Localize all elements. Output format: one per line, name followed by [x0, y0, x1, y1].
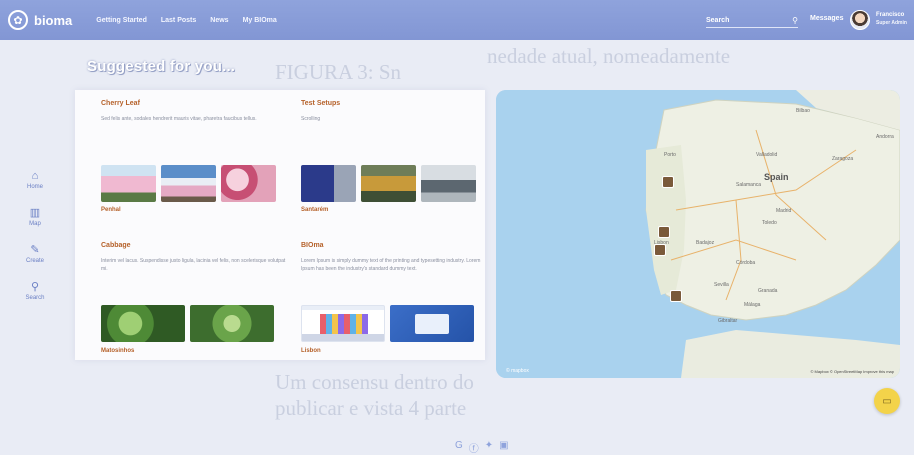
dashboard-thumb[interactable] — [301, 305, 385, 342]
avatar[interactable] — [850, 10, 870, 30]
logo-text: bioma — [34, 12, 73, 28]
bg-line: nedade atual, nomeadamente — [487, 44, 731, 68]
card-title: Test Setups — [301, 100, 341, 107]
map-attribution[interactable]: © Mapbox © OpenStreetMap Improve this ma… — [811, 369, 895, 374]
dashboard-tiles — [320, 314, 368, 334]
map-city-label: Sevilla — [714, 282, 729, 288]
search-icon[interactable]: ⚲ — [792, 16, 798, 25]
card-description: Lorem Ipsum is simply dummy text of the … — [301, 258, 481, 272]
suggestions-panel: Cherry Leaf Sed felis ante, sodales hend… — [75, 90, 485, 360]
card-title: BIOma — [301, 242, 324, 249]
map-marker[interactable] — [662, 176, 674, 188]
map-marker[interactable] — [670, 290, 682, 302]
nav-my-bioma[interactable]: My BIOma — [243, 17, 277, 24]
sidenav-label: Create — [25, 258, 44, 264]
card-title: Cherry Leaf — [101, 100, 140, 107]
bg-line: publicar e vista 4 parte — [275, 396, 467, 420]
bg-line: FIGURA 3: Sn — [275, 60, 402, 84]
card-cabbage[interactable]: Cabbage Interim vel lacus. Suspendisse j… — [101, 242, 286, 273]
map-city-label: Toledo — [762, 220, 777, 226]
card-description: Sed felis ante, sodales hendrerit mauris… — [101, 116, 257, 122]
logo-icon: ✿ — [8, 10, 28, 30]
thumbnail-row — [101, 305, 279, 342]
mapbox-logo[interactable]: © mapbox — [506, 368, 529, 374]
sidenav-item-search[interactable]: ⚲ Search — [18, 281, 52, 301]
suggestions-title: Suggested for you... — [87, 58, 236, 75]
side-navigation: ⌂ Home ▥ Map ✎ Create ⚲ Search — [18, 170, 52, 318]
mount-fuji-thumb[interactable] — [161, 165, 216, 202]
map-city-label: Gibraltar — [718, 318, 738, 324]
sidenav-item-map[interactable]: ▥ Map — [18, 207, 52, 227]
lab-setup-thumb[interactable] — [361, 165, 416, 202]
card-title: Cabbage — [101, 242, 131, 249]
map-city-label: Málaga — [744, 302, 761, 308]
search-label: Search — [706, 16, 730, 24]
map-city-label: Valladolid — [756, 152, 778, 158]
map-view[interactable]: Spain Madrid Salamanca Valladolid Porto … — [496, 90, 900, 378]
search-icon: ⚲ — [30, 281, 40, 293]
cherry-blossom-thumb[interactable] — [101, 165, 156, 202]
sidenav-label: Map — [29, 221, 41, 227]
sidenav-item-create[interactable]: ✎ Create — [18, 244, 52, 264]
thumb-label: Matosinhos — [101, 348, 135, 354]
thumbnail-row — [301, 165, 481, 202]
oscilloscope-thumb[interactable] — [301, 165, 356, 202]
messages-link[interactable]: Messages — [810, 15, 843, 22]
sidenav-label: Home — [26, 184, 43, 190]
map-city-label: Zaragoza — [832, 156, 854, 162]
map-city-label: Córdoba — [736, 260, 756, 266]
twitter-icon[interactable]: ✦ — [485, 440, 493, 455]
user-role: Super Admin — [876, 20, 907, 26]
map-marker[interactable] — [654, 244, 666, 256]
google-icon[interactable]: G — [455, 440, 463, 455]
device-screen — [415, 314, 449, 334]
user-name: Francisco — [876, 12, 905, 18]
chat-icon: ▭ — [882, 395, 892, 407]
search-input[interactable]: Search ⚲ — [706, 13, 798, 28]
facebook-icon[interactable]: ⓕ — [469, 440, 479, 455]
thumbnail-row — [101, 165, 281, 202]
map-city-label: Madrid — [776, 208, 792, 214]
devices-thumb[interactable] — [390, 305, 474, 342]
logo[interactable]: ✿ bioma — [8, 10, 72, 30]
map-city-label: Granada — [758, 288, 778, 294]
map-city-label: Andorra — [876, 134, 894, 140]
social-links: G ⓕ ✦ ▣ — [455, 440, 515, 455]
map-country-label: Spain — [764, 172, 789, 182]
map-icon: ▥ — [29, 207, 41, 219]
chat-button[interactable]: ▭ — [874, 388, 900, 414]
card-bioma[interactable]: BIOma Lorem Ipsum is simply dummy text o… — [301, 242, 486, 273]
thumbnail-row — [301, 305, 479, 342]
main-nav: Getting Started Last Posts News My BIOma — [96, 17, 291, 24]
sidenav-item-home[interactable]: ⌂ Home — [18, 170, 52, 190]
sidenav-label: Search — [25, 295, 45, 301]
card-cherry-leaf[interactable]: Cherry Leaf Sed felis ante, sodales hend… — [101, 100, 286, 123]
map-canvas — [496, 90, 900, 378]
user-info[interactable]: Francisco Super Admin — [876, 11, 907, 27]
card-description: Interim vel lacus. Suspendisse justo lig… — [101, 258, 286, 272]
map-city-label: Salamanca — [736, 182, 762, 188]
card-description: Scrolling — [301, 116, 321, 122]
pencil-icon: ✎ — [30, 244, 40, 256]
top-navigation-bar: ✿ bioma Getting Started Last Posts News … — [0, 0, 914, 40]
nav-getting-started[interactable]: Getting Started — [96, 17, 147, 24]
blossom-closeup-thumb[interactable] — [221, 165, 276, 202]
thumb-label: Penhal — [101, 207, 121, 213]
thumb-label: Lisbon — [301, 348, 321, 354]
lab-room-thumb[interactable] — [421, 165, 476, 202]
map-city-label: Bilbao — [796, 108, 810, 114]
home-icon: ⌂ — [31, 170, 39, 182]
cabbage-thumb[interactable] — [101, 305, 185, 342]
cabbage-closeup-thumb[interactable] — [190, 305, 274, 342]
nav-last-posts[interactable]: Last Posts — [161, 17, 196, 24]
map-marker[interactable] — [658, 226, 670, 238]
card-test-setups[interactable]: Test Setups Scrolling — [301, 100, 486, 123]
linkedin-icon[interactable]: ▣ — [499, 440, 508, 455]
thumb-label: Santarém — [301, 207, 329, 213]
nav-news[interactable]: News — [210, 17, 228, 24]
map-city-label: Porto — [664, 152, 676, 158]
map-city-label: Badajoz — [696, 240, 715, 246]
